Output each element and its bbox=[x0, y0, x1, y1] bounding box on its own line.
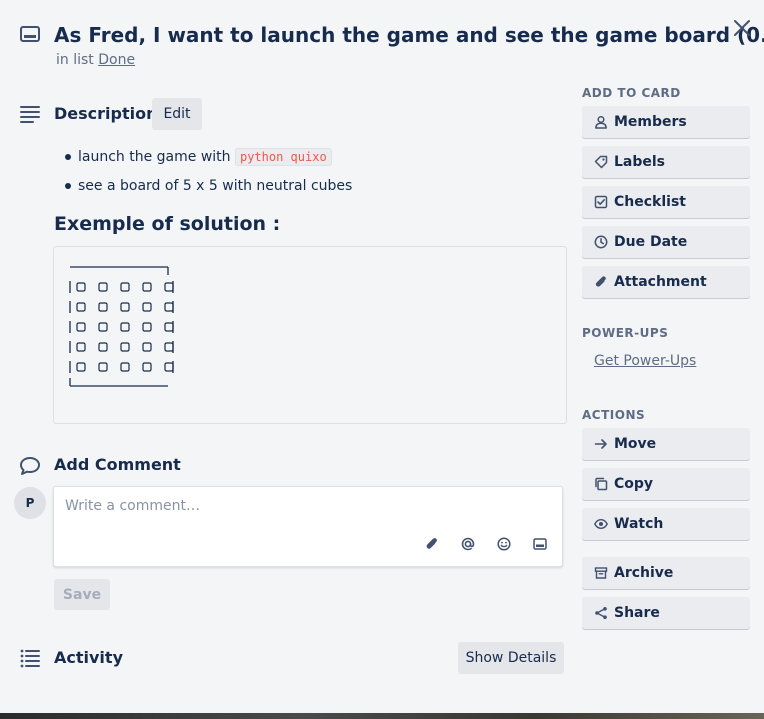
board-cube bbox=[76, 362, 86, 372]
copy-button[interactable]: Copy bbox=[582, 468, 750, 500]
list-link[interactable]: Done bbox=[98, 52, 135, 68]
close-icon[interactable] bbox=[733, 19, 751, 37]
item-text: see a board of 5 x 5 with neutral cubes bbox=[78, 178, 353, 194]
board-cube bbox=[164, 322, 174, 332]
add-comment-heading: Add Comment bbox=[54, 455, 181, 474]
archive-button[interactable]: Archive bbox=[582, 557, 750, 589]
list-item: launch the game with python quixo bbox=[60, 146, 352, 175]
board-cube bbox=[164, 362, 174, 372]
item-text: launch the game with bbox=[78, 149, 231, 165]
edit-description-button[interactable]: Edit bbox=[152, 98, 202, 130]
button-label: Due Date bbox=[614, 234, 688, 250]
board-cube bbox=[76, 322, 86, 332]
button-label: Move bbox=[614, 436, 657, 452]
copy-icon bbox=[595, 477, 608, 491]
eye-icon bbox=[594, 519, 608, 529]
mention-icon[interactable] bbox=[460, 536, 476, 552]
solution-heading: Exemple of solution : bbox=[54, 213, 281, 235]
button-label: Watch bbox=[614, 516, 664, 532]
board-cube bbox=[142, 342, 152, 352]
game-board-diagram bbox=[69, 266, 174, 387]
checklist-icon bbox=[594, 195, 608, 209]
share-button[interactable]: Share bbox=[582, 597, 750, 629]
activity-heading: Activity bbox=[54, 648, 123, 667]
avatar[interactable]: P bbox=[14, 487, 46, 519]
button-label: Copy bbox=[614, 476, 654, 492]
code-snippet: python quixo bbox=[234, 148, 332, 166]
description-icon bbox=[20, 106, 40, 123]
board-cube bbox=[98, 302, 108, 312]
board-cube bbox=[120, 282, 130, 292]
board-cube bbox=[164, 302, 174, 312]
description-list: launch the game with python quixo see a … bbox=[60, 146, 352, 204]
board-cube bbox=[164, 282, 174, 292]
board-cube bbox=[98, 282, 108, 292]
close-button[interactable] bbox=[728, 14, 756, 42]
list-prefix: in list bbox=[56, 52, 94, 68]
power-ups-heading: POWER-UPS bbox=[582, 326, 669, 340]
share-icon bbox=[595, 607, 607, 619]
list-info: in list Done bbox=[56, 52, 135, 68]
button-label: Attachment bbox=[614, 274, 707, 290]
show-details-button[interactable]: Show Details bbox=[458, 642, 564, 674]
background-strip bbox=[0, 713, 764, 719]
comment-input[interactable] bbox=[54, 487, 562, 533]
button-label: Checklist bbox=[614, 194, 686, 210]
card-icon[interactable] bbox=[532, 536, 548, 552]
board-cube bbox=[98, 342, 108, 352]
board-cube bbox=[76, 342, 86, 352]
add-to-card-heading: ADD TO CARD bbox=[582, 86, 681, 100]
list-item: see a board of 5 x 5 with neutral cubes bbox=[60, 175, 352, 204]
comment-icon bbox=[20, 457, 40, 475]
actions-heading: ACTIONS bbox=[582, 408, 646, 422]
button-label: Archive bbox=[614, 565, 674, 581]
activity-icon bbox=[20, 649, 40, 668]
board-cube bbox=[76, 302, 86, 312]
board-cube bbox=[98, 322, 108, 332]
board-cube bbox=[164, 342, 174, 352]
attachment-icon[interactable] bbox=[424, 536, 440, 552]
member-icon bbox=[595, 115, 607, 129]
board-cube bbox=[142, 282, 152, 292]
code-block bbox=[53, 246, 567, 424]
button-label: Members bbox=[614, 114, 687, 130]
checklist-button[interactable]: Checklist bbox=[582, 186, 750, 218]
members-button[interactable]: Members bbox=[582, 106, 750, 138]
description-heading: Description bbox=[54, 104, 158, 123]
watch-button[interactable]: Watch bbox=[582, 508, 750, 540]
labels-button[interactable]: Labels bbox=[582, 146, 750, 178]
due-date-button[interactable]: Due Date bbox=[582, 226, 750, 258]
get-power-ups-link[interactable]: Get Power-Ups bbox=[594, 353, 696, 369]
board-cube bbox=[120, 302, 130, 312]
board-cube bbox=[120, 362, 130, 372]
button-label: Labels bbox=[614, 154, 666, 170]
label-icon bbox=[594, 155, 608, 169]
button-label: Share bbox=[614, 605, 660, 621]
move-button[interactable]: Move bbox=[582, 428, 750, 460]
comment-box bbox=[53, 486, 563, 567]
board-cube bbox=[120, 342, 130, 352]
board-cube bbox=[120, 322, 130, 332]
card-title[interactable]: As Fred, I want to launch the game and s… bbox=[54, 20, 764, 50]
save-button[interactable]: Save bbox=[54, 579, 110, 610]
attachment-button[interactable]: Attachment bbox=[582, 266, 750, 298]
card-icon bbox=[20, 26, 40, 42]
arrow-right-icon bbox=[594, 439, 607, 449]
board-cube bbox=[142, 322, 152, 332]
archive-icon bbox=[594, 567, 608, 579]
board-cube bbox=[142, 302, 152, 312]
board-cube bbox=[76, 282, 86, 292]
attachment-icon bbox=[595, 276, 606, 287]
board-cube bbox=[142, 362, 152, 372]
board-cube bbox=[98, 362, 108, 372]
emoji-icon[interactable] bbox=[496, 536, 512, 552]
clock-icon bbox=[594, 235, 608, 249]
